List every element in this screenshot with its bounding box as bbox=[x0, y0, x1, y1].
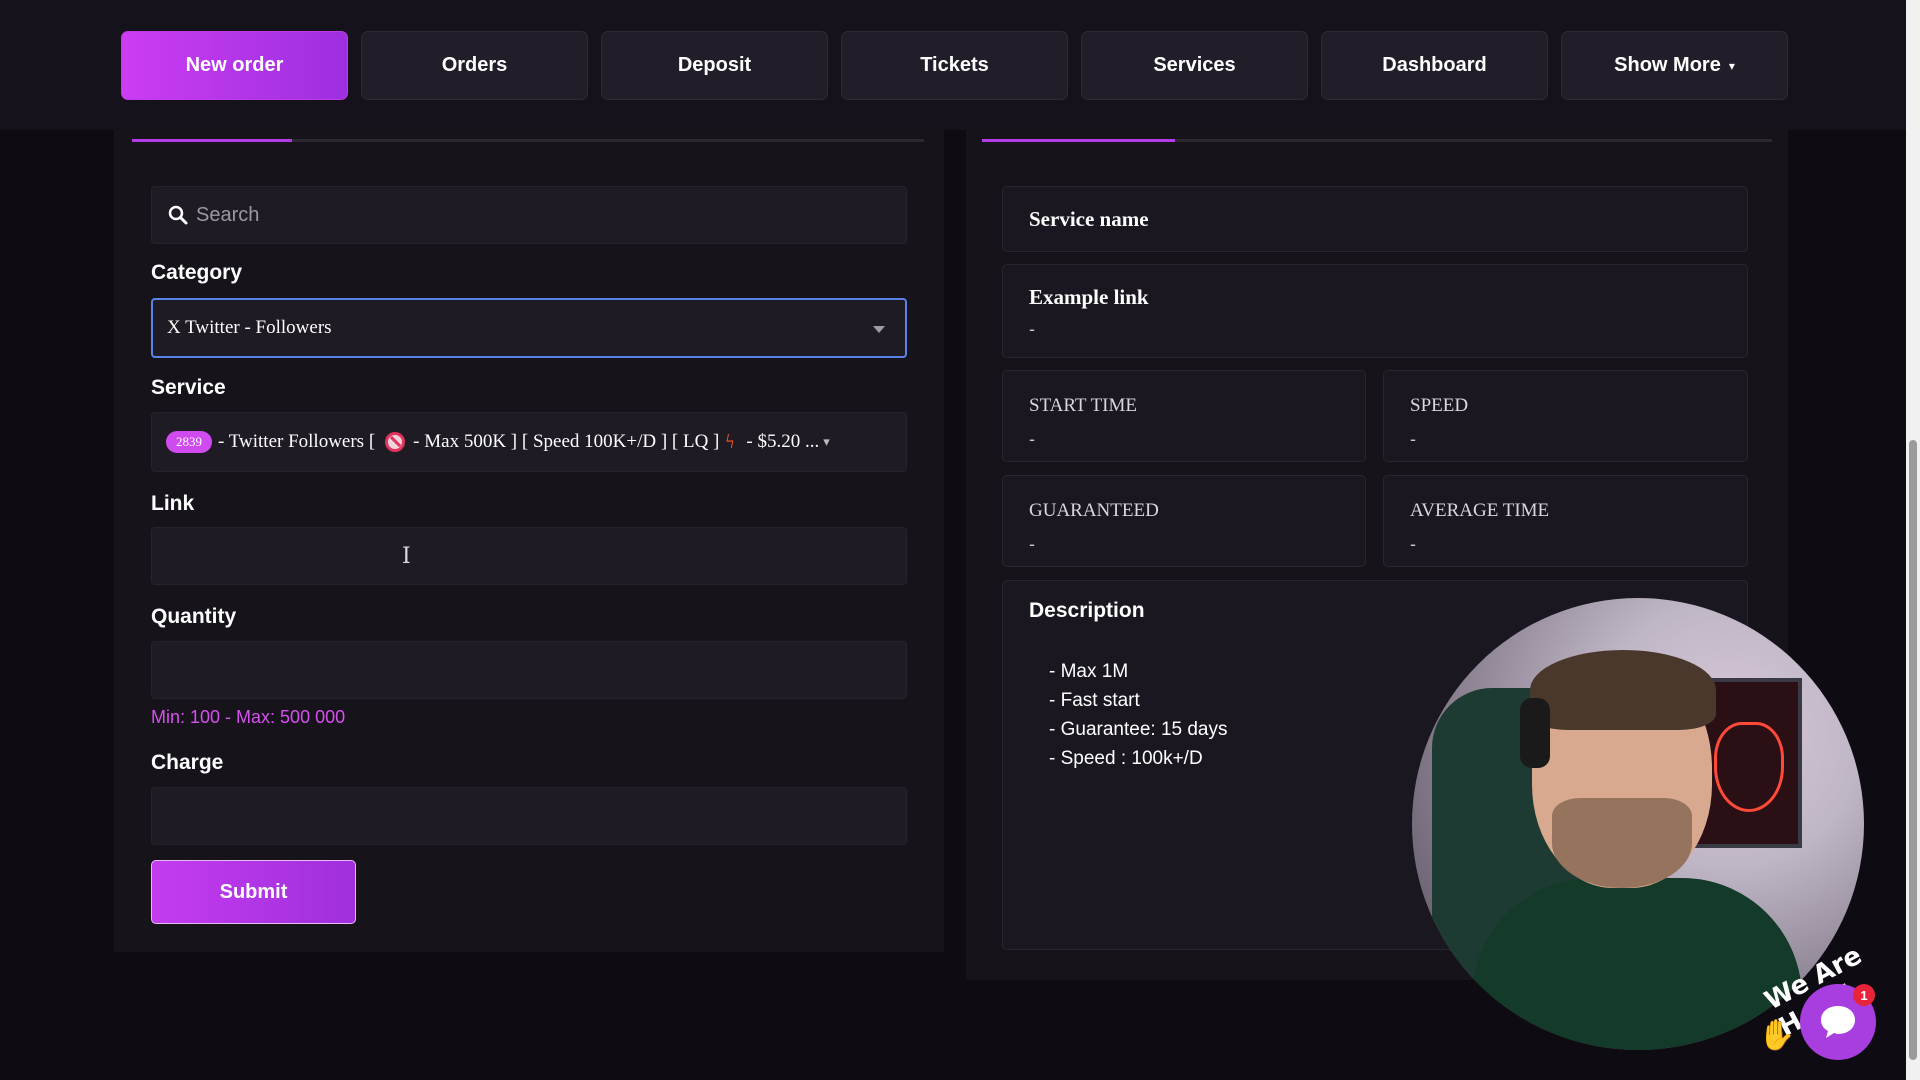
service-label: Service bbox=[151, 376, 226, 399]
nav-deposit-label: Deposit bbox=[677, 54, 752, 76]
nav-tickets[interactable]: Tickets bbox=[841, 31, 1068, 100]
quantity-hint: Min: 100 - Max: 500 000 bbox=[151, 707, 346, 727]
person-hair bbox=[1530, 650, 1716, 730]
speed-card: SPEED - bbox=[1383, 370, 1748, 462]
nav-dashboard[interactable]: Dashboard bbox=[1321, 31, 1548, 100]
service-name-title: Service name bbox=[1029, 207, 1149, 231]
link-label: Link bbox=[151, 492, 195, 515]
chat-bubble-icon bbox=[1821, 1006, 1855, 1038]
example-link-value: - bbox=[1029, 319, 1035, 339]
nav-new-order-label: New order bbox=[185, 54, 284, 76]
description-item: - Speed : 100k+/D bbox=[1049, 748, 1203, 769]
nav-services[interactable]: Services bbox=[1081, 31, 1308, 100]
submit-button[interactable]: Submit bbox=[151, 860, 356, 924]
category-value: X Twitter - Followers bbox=[167, 317, 332, 338]
service-id-badge: 2839 bbox=[166, 431, 212, 453]
example-link-card: Example link - bbox=[1002, 264, 1748, 358]
nav-new-order[interactable]: New order bbox=[121, 31, 348, 100]
quantity-input[interactable] bbox=[151, 641, 907, 699]
service-select[interactable]: 2839 - Twitter Followers [ - Max 500K ] … bbox=[151, 412, 907, 472]
service-price: - $5.20 ... bbox=[746, 431, 820, 452]
description-item: - Fast start bbox=[1049, 690, 1140, 711]
nav-orders[interactable]: Orders bbox=[361, 31, 588, 100]
description-item: - Guarantee: 15 days bbox=[1049, 719, 1228, 740]
caret-down-icon: ▾ bbox=[1728, 58, 1735, 73]
nav-tickets-label: Tickets bbox=[920, 54, 989, 76]
start-time-value: - bbox=[1029, 429, 1035, 449]
quantity-label: Quantity bbox=[151, 605, 237, 628]
description-title: Description bbox=[1029, 599, 1145, 622]
headset-icon bbox=[1520, 698, 1550, 768]
description-item: - Max 1M bbox=[1049, 661, 1129, 682]
lightning-icon: ϟ bbox=[725, 430, 735, 453]
guaranteed-card: GUARANTEED - bbox=[1002, 475, 1366, 567]
category-label: Category bbox=[151, 261, 243, 284]
search-icon bbox=[168, 205, 188, 225]
nav-deposit[interactable]: Deposit bbox=[601, 31, 828, 100]
panel-tabline bbox=[132, 139, 924, 142]
average-time-value: - bbox=[1410, 534, 1416, 554]
service-name-middle: - Max 500K ] [ Speed 100K+/D ] [ LQ ] bbox=[413, 431, 720, 452]
no-entry-icon bbox=[385, 432, 406, 452]
panel-tabline bbox=[982, 139, 1772, 142]
submit-label: Submit bbox=[219, 880, 288, 903]
description-list: - Max 1M - Fast start - Guarantee: 15 da… bbox=[1049, 657, 1228, 773]
scrollbar-thumb[interactable] bbox=[1909, 440, 1917, 1060]
waving-hand-icon: ✋ bbox=[1758, 1019, 1796, 1052]
start-time-title: START TIME bbox=[1029, 395, 1138, 416]
top-nav: New order Orders Deposit Tickets Service… bbox=[0, 0, 1906, 130]
guaranteed-value: - bbox=[1029, 534, 1035, 554]
charge-label: Charge bbox=[151, 751, 224, 774]
nav-show-more[interactable]: Show More ▾ bbox=[1561, 31, 1788, 100]
service-name-prefix: - Twitter Followers [ bbox=[218, 431, 376, 452]
guaranteed-title: GUARANTEED bbox=[1029, 500, 1159, 521]
nav-services-label: Services bbox=[1153, 54, 1236, 76]
person-beard bbox=[1552, 798, 1692, 888]
example-link-title: Example link bbox=[1029, 285, 1149, 309]
search-field[interactable] bbox=[151, 186, 907, 244]
nav-show-more-label: Show More bbox=[1614, 54, 1721, 76]
chat-unread-badge: 1 bbox=[1853, 984, 1875, 1006]
service-name-card: Service name bbox=[1002, 186, 1748, 252]
chevron-down-icon bbox=[873, 326, 885, 333]
person-shirt bbox=[1472, 878, 1802, 1050]
link-input[interactable]: I bbox=[151, 527, 907, 585]
charge-field bbox=[151, 787, 907, 845]
average-time-title: AVERAGE TIME bbox=[1410, 500, 1550, 521]
nav-orders-label: Orders bbox=[441, 54, 508, 76]
category-select[interactable]: X Twitter - Followers bbox=[151, 298, 907, 358]
average-time-card: AVERAGE TIME - bbox=[1383, 475, 1748, 567]
nav-dashboard-label: Dashboard bbox=[1382, 54, 1487, 76]
panel-tabline-active bbox=[982, 139, 1175, 142]
speed-title: SPEED bbox=[1410, 395, 1469, 416]
bull-icon bbox=[1714, 722, 1784, 812]
text-cursor-icon: I bbox=[402, 544, 411, 569]
speed-value: - bbox=[1410, 429, 1416, 449]
panel-tabline-active bbox=[132, 139, 292, 142]
search-input[interactable] bbox=[196, 203, 876, 227]
start-time-card: START TIME - bbox=[1002, 370, 1366, 462]
chevron-down-icon: ▾ bbox=[823, 434, 830, 449]
